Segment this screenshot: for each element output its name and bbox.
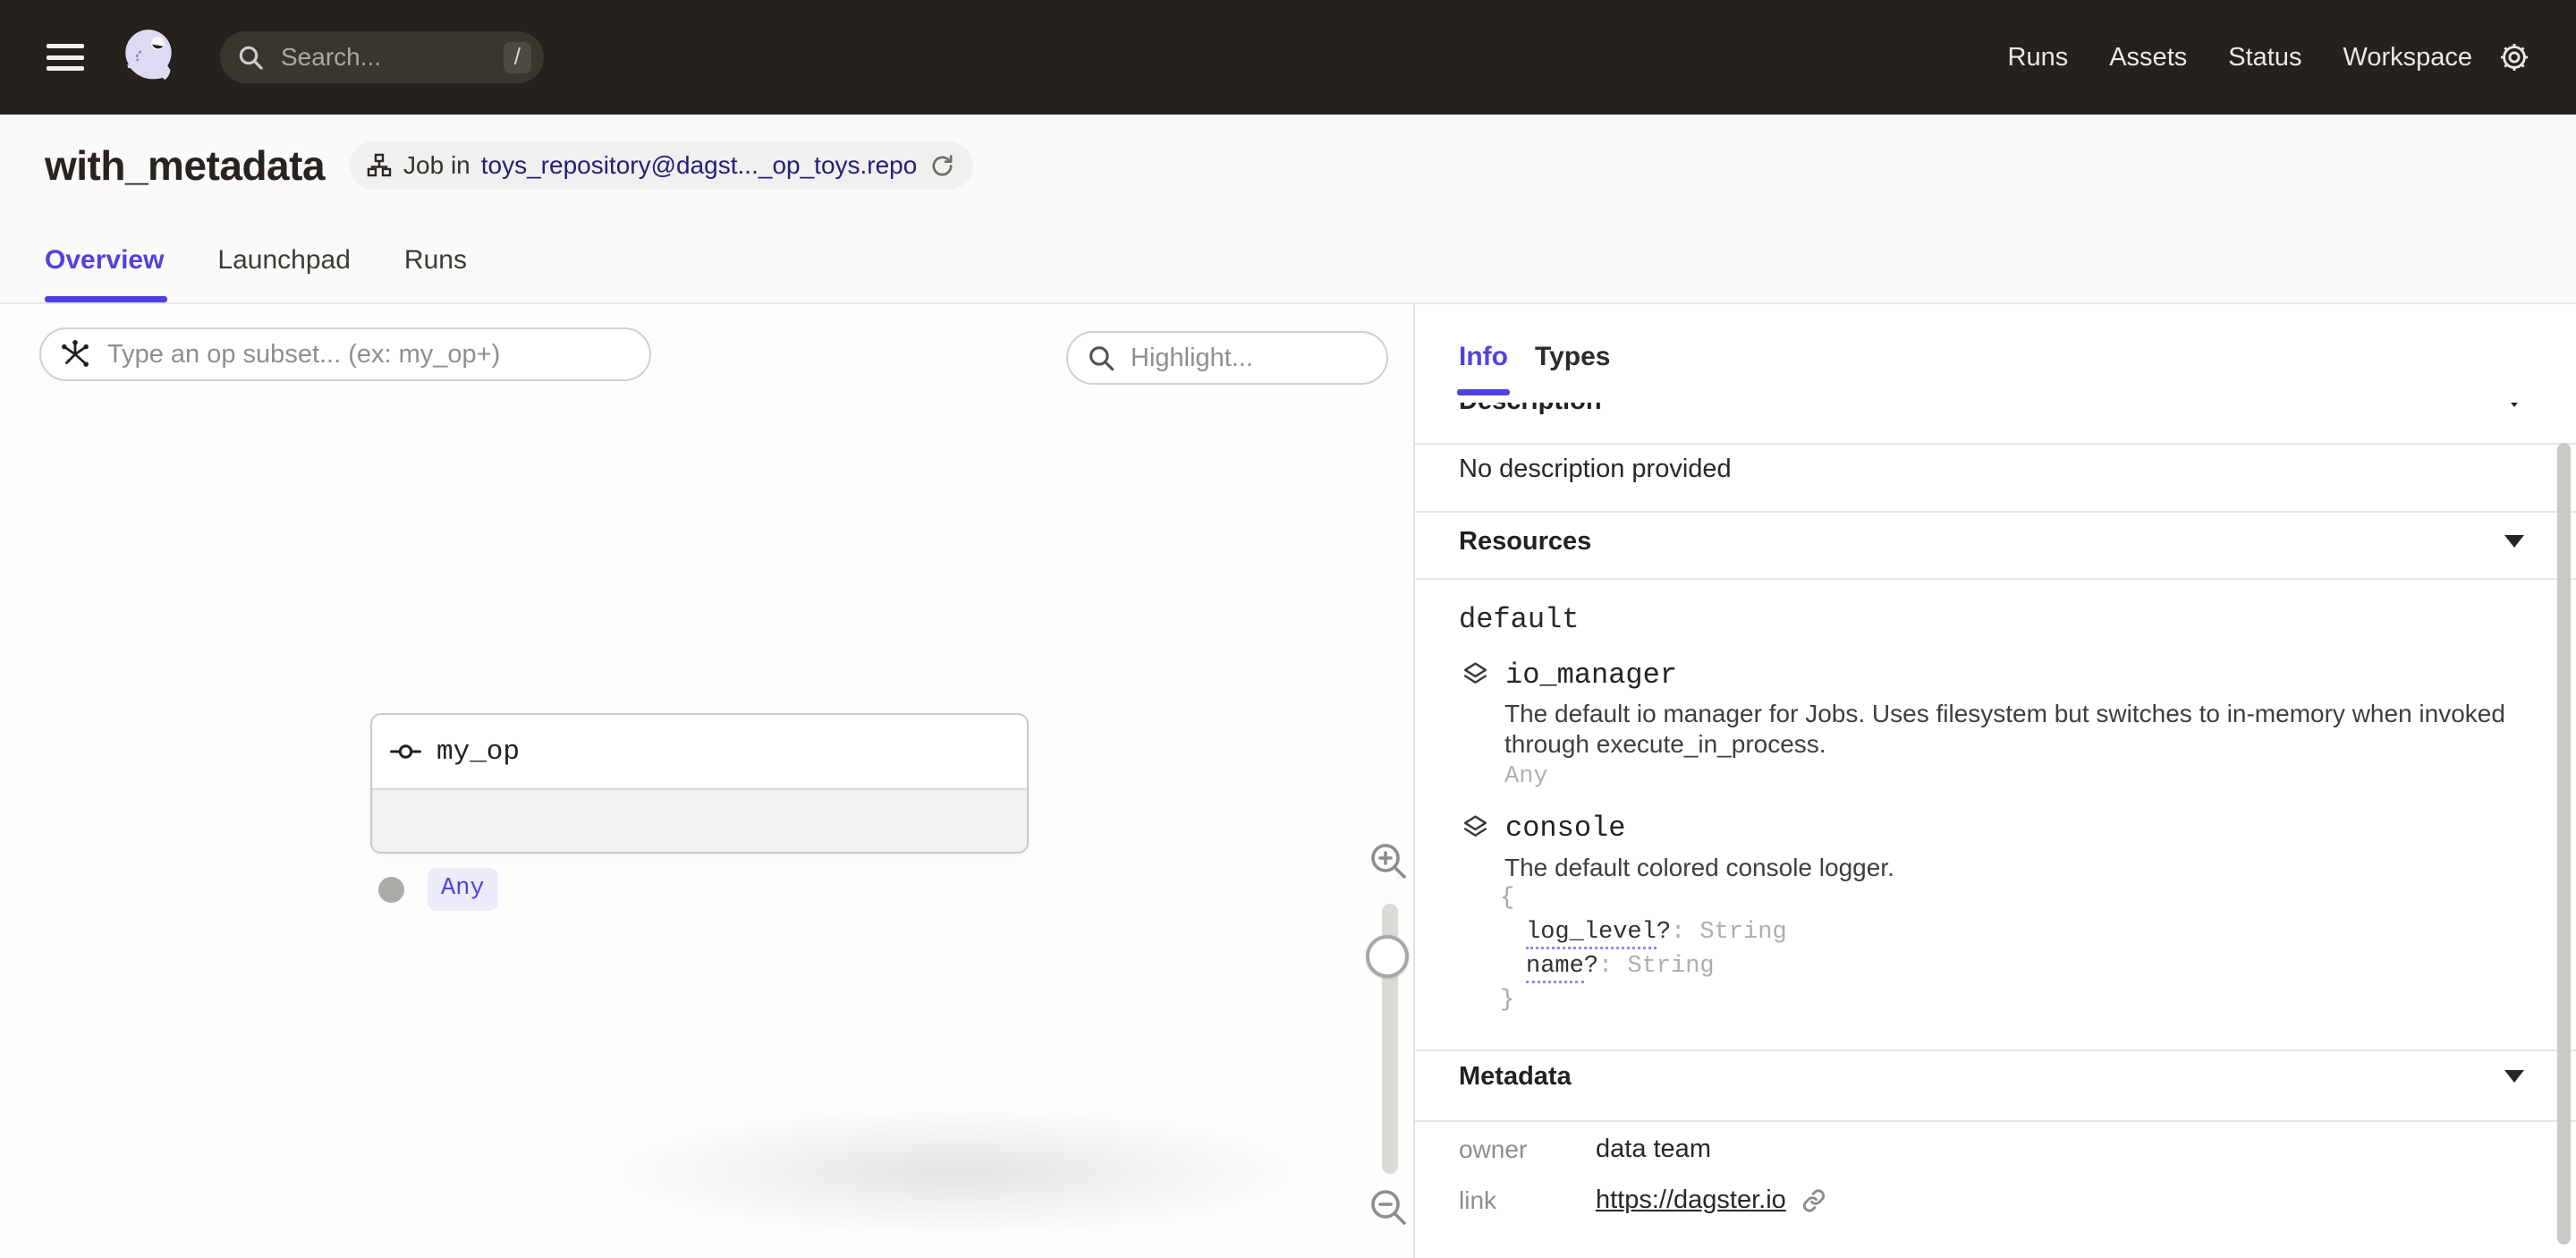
search-icon xyxy=(236,43,265,72)
divider xyxy=(1415,1050,2576,1051)
config-close-brace: } xyxy=(1500,983,1787,1017)
job-tabs: Overview Launchpad Runs xyxy=(45,245,467,302)
resource-description: The default io manager for Jobs. Uses fi… xyxy=(1504,699,2576,760)
output-port-dot[interactable] xyxy=(378,877,404,903)
nav-links: Runs Assets Status Workspace xyxy=(2008,43,2472,72)
search-shortcut-badge: / xyxy=(504,42,531,73)
zoom-out-icon[interactable] xyxy=(1367,1186,1410,1233)
divider xyxy=(1415,443,2576,445)
op-icon xyxy=(390,742,424,761)
page-header: with_metadata Job in toys_repository@dag… xyxy=(0,115,2576,304)
panel-tab-info[interactable]: Info xyxy=(1459,342,1508,372)
resource-layers-icon xyxy=(1461,659,1490,692)
tab-launchpad[interactable]: Launchpad xyxy=(217,245,350,302)
divider xyxy=(1415,1120,2576,1122)
config-field-optional: ? xyxy=(1584,953,1598,980)
dagster-app: / Runs Assets Status Workspace with_meta… xyxy=(0,0,2576,1258)
content: my_op Any xyxy=(0,304,2576,1258)
job-graph-icon xyxy=(366,152,393,179)
resource-layers-icon xyxy=(1461,812,1490,845)
top-nav: / Runs Assets Status Workspace xyxy=(0,0,2576,115)
metadata-key: link xyxy=(1459,1186,1596,1215)
op-node-my-op[interactable]: my_op xyxy=(370,713,1029,854)
nav-item-assets[interactable]: Assets xyxy=(2109,43,2187,72)
metadata-key: owner xyxy=(1459,1135,1596,1164)
resource-item: io_manager xyxy=(1461,659,1677,692)
divider xyxy=(1415,578,2576,580)
job-repo-link[interactable]: toys_repository@dagst..._op_toys.repo xyxy=(481,151,918,180)
resources-section-title: Resources xyxy=(1459,527,1591,557)
global-search[interactable]: / xyxy=(220,31,544,83)
config-open-brace: { xyxy=(1500,881,1787,915)
op-selector-icon xyxy=(59,338,91,370)
op-output-row: Any xyxy=(378,868,498,911)
external-link-icon[interactable] xyxy=(1801,1187,1827,1214)
metadata-value: data team xyxy=(1596,1135,1711,1164)
panel-tabs: Info Types xyxy=(1415,304,2576,403)
highlight-filter[interactable] xyxy=(1066,331,1388,385)
op-node-body xyxy=(372,790,1027,852)
config-field-name[interactable]: log_level xyxy=(1526,919,1657,949)
panel-scrollbar[interactable] xyxy=(2557,443,2571,1245)
op-node-name: my_op xyxy=(436,736,520,768)
divider xyxy=(1415,511,2576,513)
resource-name[interactable]: io_manager xyxy=(1505,659,1677,692)
page-title: with_metadata xyxy=(45,141,325,190)
config-field: name?: String xyxy=(1500,949,1787,983)
metadata-row-owner: owner data team xyxy=(1459,1135,1711,1164)
resource-description: The default colored console logger. xyxy=(1504,853,2576,883)
search-icon xyxy=(1086,343,1116,373)
metadata-row-link: link https://dagster.io xyxy=(1459,1186,1827,1215)
metadata-section-title: Metadata xyxy=(1459,1062,1572,1092)
config-field-type: : String xyxy=(1671,919,1787,946)
zoom-in-icon[interactable] xyxy=(1367,839,1410,887)
canvas-shadow xyxy=(483,1083,1415,1258)
resource-name[interactable]: console xyxy=(1505,812,1625,845)
highlight-input[interactable] xyxy=(1129,343,1370,374)
op-subset-filter[interactable] xyxy=(39,327,651,381)
config-field-type: : String xyxy=(1598,953,1715,980)
nav-item-status[interactable]: Status xyxy=(2228,43,2301,72)
config-field: log_level?: String xyxy=(1500,915,1787,949)
dagster-logo-icon[interactable] xyxy=(116,24,182,90)
hamburger-menu-icon[interactable] xyxy=(47,44,84,71)
job-pill-prefix: Job in xyxy=(403,151,470,180)
settings-gear-icon[interactable] xyxy=(2497,40,2531,74)
tab-overview[interactable]: Overview xyxy=(45,245,164,302)
config-field-optional: ? xyxy=(1657,919,1671,946)
graph-pane: my_op Any xyxy=(0,304,1415,1258)
description-empty-text: No description provided xyxy=(1459,455,1732,484)
config-field-name[interactable]: name xyxy=(1526,953,1584,983)
resource-group-name: default xyxy=(1459,603,1579,636)
info-panel: Description No description provided Reso… xyxy=(1415,304,2576,1258)
config-schema-block: { log_level?: String name?: String } xyxy=(1500,881,1787,1017)
metadata-collapse-caret-icon[interactable] xyxy=(2504,1070,2524,1083)
resource-item: console xyxy=(1461,812,1625,845)
metadata-link-value[interactable]: https://dagster.io xyxy=(1596,1186,1786,1215)
output-type-badge[interactable]: Any xyxy=(428,868,498,911)
op-subset-input[interactable] xyxy=(106,339,631,370)
refresh-icon[interactable] xyxy=(929,153,955,179)
job-breadcrumb-pill: Job in toys_repository@dagst..._op_toys.… xyxy=(350,141,973,190)
search-input[interactable] xyxy=(279,42,504,72)
resource-type: Any xyxy=(1504,763,1548,790)
panel-tab-types[interactable]: Types xyxy=(1535,342,1610,372)
resources-collapse-caret-icon[interactable] xyxy=(2504,535,2524,548)
zoom-slider-thumb[interactable] xyxy=(1366,935,1409,978)
tab-runs[interactable]: Runs xyxy=(404,245,467,302)
nav-item-workspace[interactable]: Workspace xyxy=(2343,43,2472,72)
nav-item-runs[interactable]: Runs xyxy=(2008,43,2069,72)
